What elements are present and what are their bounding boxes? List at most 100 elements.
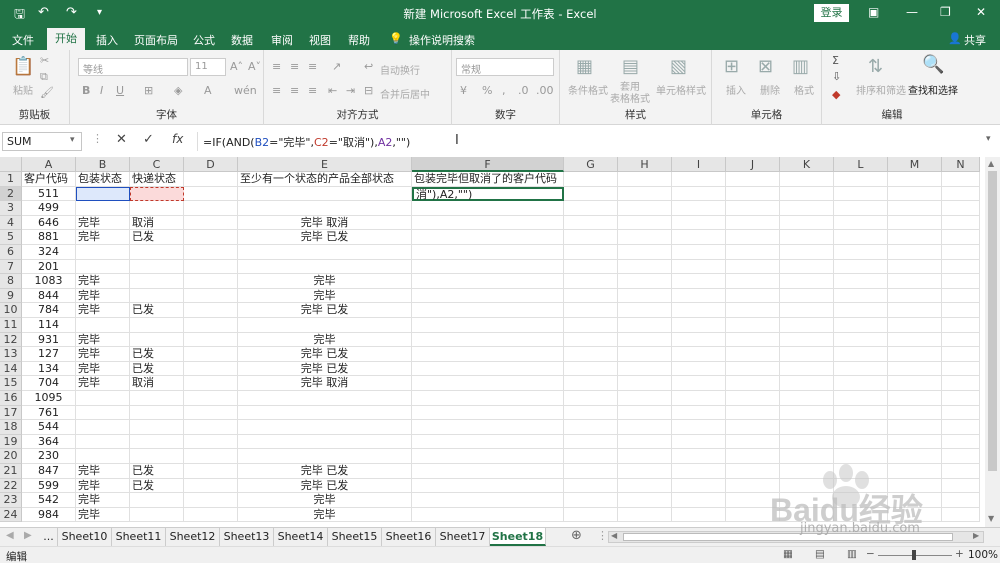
fill-color-icon[interactable]: ◈ (174, 84, 182, 97)
cell-a12[interactable]: 931 (22, 332, 76, 348)
cell-g17[interactable] (564, 405, 618, 421)
cell-d12[interactable] (184, 332, 238, 348)
delete-cells-icon[interactable]: ⊠ (758, 56, 773, 77)
cell-k14[interactable] (780, 361, 834, 377)
cell-i1[interactable] (672, 172, 726, 187)
cell-m10[interactable] (888, 303, 942, 318)
find-select-button[interactable]: 查找和选择 (908, 82, 958, 97)
cell-n3[interactable] (942, 201, 980, 216)
table-format-icon[interactable]: ▤ (622, 56, 639, 77)
cell-m12[interactable] (888, 332, 942, 348)
cell-f18[interactable] (412, 420, 564, 435)
cell-l3[interactable] (834, 201, 888, 216)
page-layout-view-icon[interactable]: ▤ (815, 548, 825, 560)
cell-h23[interactable] (618, 493, 672, 508)
cell-i19[interactable] (672, 434, 726, 450)
cell-a14[interactable]: 134 (22, 361, 76, 377)
cell-l5[interactable] (834, 230, 888, 245)
paste-icon[interactable]: 📋 (12, 56, 34, 77)
cell-k11[interactable] (780, 318, 834, 333)
cell-k10[interactable] (780, 303, 834, 318)
row-header[interactable]: 13 (0, 347, 22, 362)
cell-g14[interactable] (564, 361, 618, 377)
orientation-icon[interactable]: ↗ (332, 60, 341, 73)
cell-a8[interactable]: 1083 (22, 274, 76, 289)
select-all-corner[interactable] (0, 157, 22, 172)
cut-icon[interactable]: ✂ (40, 54, 49, 67)
cell-g2[interactable] (564, 186, 618, 202)
cell-e11[interactable] (238, 318, 412, 333)
cell-l14[interactable] (834, 361, 888, 377)
cell-l9[interactable] (834, 288, 888, 304)
format-cells-icon[interactable]: ▥ (792, 56, 809, 77)
confirm-entry-icon[interactable]: ✓ (143, 132, 154, 147)
cell-h8[interactable] (618, 274, 672, 289)
decrease-decimal-icon[interactable]: .00 (536, 84, 554, 97)
expand-formula-bar-icon[interactable]: ▾ (986, 134, 991, 144)
page-break-view-icon[interactable]: ▥ (847, 548, 857, 560)
cell-e23[interactable]: 完毕 (238, 493, 412, 508)
increase-decimal-icon[interactable]: .0 (518, 84, 529, 97)
cell-l19[interactable] (834, 434, 888, 450)
fill-icon[interactable]: ⇩ (832, 70, 841, 83)
cell-j9[interactable] (726, 288, 780, 304)
add-sheet-icon[interactable]: ⊕ (571, 528, 582, 543)
font-shrink-icon[interactable]: A˅ (248, 60, 261, 73)
cell-l18[interactable] (834, 420, 888, 435)
align-center-icon[interactable]: ≡ (290, 84, 299, 97)
cell-j11[interactable] (726, 318, 780, 333)
cell-e6[interactable] (238, 245, 412, 260)
cell-b4[interactable]: 完毕 (76, 215, 130, 231)
underline-icon[interactable]: U (116, 84, 124, 97)
cell-a6[interactable]: 324 (22, 245, 76, 260)
align-left-icon[interactable]: ≡ (272, 84, 281, 97)
merge-center-button[interactable]: 合并后居中 (380, 86, 430, 101)
sheet-tab[interactable]: Sheet10 (58, 528, 112, 546)
zoom-slider-thumb[interactable] (912, 550, 916, 560)
cell-l7[interactable] (834, 259, 888, 275)
cell-a23[interactable]: 542 (22, 493, 76, 508)
cell-b24[interactable]: 完毕 (76, 507, 130, 523)
cell-k7[interactable] (780, 259, 834, 275)
tab-page-layout[interactable]: 页面布局 (134, 32, 178, 48)
column-header-i[interactable]: I (672, 157, 726, 172)
cell-d17[interactable] (184, 405, 238, 421)
cell-d23[interactable] (184, 493, 238, 508)
paste-label[interactable]: 粘贴 (13, 82, 33, 97)
cell-g6[interactable] (564, 245, 618, 260)
cell-g19[interactable] (564, 434, 618, 450)
cell-b15[interactable]: 完毕 (76, 376, 130, 391)
cell-j3[interactable] (726, 201, 780, 216)
row-header[interactable]: 7 (0, 259, 22, 275)
cell-d7[interactable] (184, 259, 238, 275)
cell-e14[interactable]: 完毕 已发 (238, 361, 412, 377)
format-painter-icon[interactable]: 🖌 (40, 86, 54, 99)
cell-c5[interactable]: 已发 (130, 230, 184, 245)
cell-m4[interactable] (888, 215, 942, 231)
tab-view[interactable]: 视图 (309, 32, 331, 48)
cell-b3[interactable] (76, 201, 130, 216)
bold-icon[interactable]: B (82, 84, 90, 97)
cell-f22[interactable] (412, 478, 564, 494)
cell-i12[interactable] (672, 332, 726, 348)
cell-d13[interactable] (184, 347, 238, 362)
row-header[interactable]: 14 (0, 361, 22, 377)
cell-g18[interactable] (564, 420, 618, 435)
merge-icon[interactable]: ⊟ (364, 84, 373, 97)
column-header-g[interactable]: G (564, 157, 618, 172)
cell-b13[interactable]: 完毕 (76, 347, 130, 362)
cell-e19[interactable] (238, 434, 412, 450)
percent-icon[interactable]: % (482, 84, 492, 97)
cell-d4[interactable] (184, 215, 238, 231)
cell-j5[interactable] (726, 230, 780, 245)
cell-d5[interactable] (184, 230, 238, 245)
cell-h1[interactable] (618, 172, 672, 187)
cell-k5[interactable] (780, 230, 834, 245)
cell-a11[interactable]: 114 (22, 318, 76, 333)
currency-icon[interactable]: ¥ (460, 84, 467, 97)
cell-h9[interactable] (618, 288, 672, 304)
cell-a10[interactable]: 784 (22, 303, 76, 318)
tab-insert[interactable]: 插入 (96, 32, 118, 48)
cell-g10[interactable] (564, 303, 618, 318)
cell-g23[interactable] (564, 493, 618, 508)
